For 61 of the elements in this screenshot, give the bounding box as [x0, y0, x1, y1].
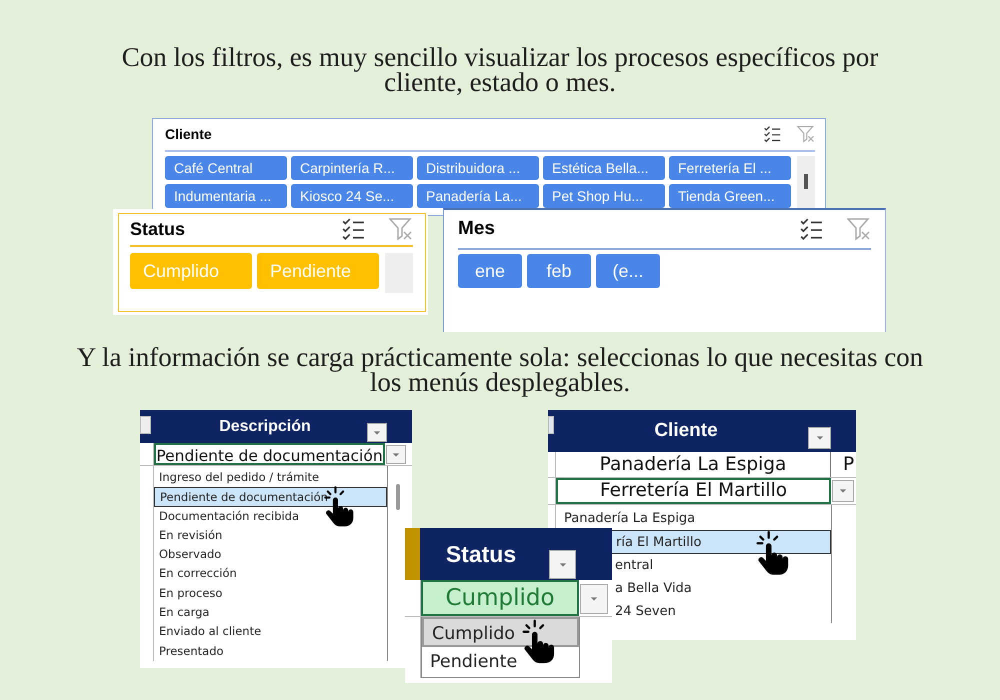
slicer-item[interactable]: Indumentaria ... — [165, 184, 287, 208]
filter-button[interactable] — [367, 423, 387, 442]
column-title: Descripción — [218, 418, 312, 436]
scrollbar[interactable] — [797, 156, 815, 208]
dropdown-button[interactable] — [580, 584, 608, 614]
slicer-title: Mes — [458, 218, 496, 240]
selected-cell[interactable]: Pendiente de documentación — [154, 443, 385, 465]
dropdown-button[interactable] — [140, 416, 151, 434]
filter-button[interactable] — [808, 427, 831, 449]
dropdown-button[interactable] — [386, 445, 406, 464]
caption: Con los filtros, es muy sencillo visualizar los procesos específicos por cliente, estado o mes. — [120, 45, 880, 95]
list-option[interactable]: En revisión — [159, 528, 222, 542]
dropdown-button[interactable] — [548, 416, 554, 434]
list-option[interactable]: En corrección — [159, 566, 237, 580]
column-title: Cliente — [653, 420, 719, 442]
caret-icon — [372, 428, 382, 436]
slicer-item[interactable]: Carpintería R... — [291, 156, 413, 180]
dropdown-button[interactable] — [832, 480, 854, 502]
slicer-item[interactable]: Tienda Green... — [669, 184, 791, 208]
selected-cell[interactable]: Ferretería El Martillo — [556, 478, 831, 504]
slicer-item[interactable]: Kiosco 24 Se... — [291, 184, 413, 208]
multi-select-icon[interactable] — [799, 217, 823, 241]
selected-cell[interactable]: Cumplido — [421, 580, 579, 616]
clear-filter-icon[interactable] — [389, 217, 413, 241]
list-option[interactable]: Pendiente — [430, 652, 518, 672]
slicer-item[interactable]: Ferretería El ... — [669, 156, 791, 180]
list-option[interactable]: entral — [615, 558, 654, 573]
list-option[interactable]: Enviado al cliente — [159, 624, 262, 638]
slicer-item[interactable]: Café Central — [165, 156, 287, 180]
table-cell-text: P — [842, 453, 854, 477]
caption: Y la información se carga prácticamente sola: seleccionas lo que necesitas con los menús desplegables. — [76, 345, 924, 395]
caret-icon — [814, 434, 824, 442]
slicer-title: Status — [130, 218, 186, 240]
list-option[interactable]: En carga — [159, 605, 210, 620]
list-option[interactable]: a Bella Vida — [615, 580, 692, 596]
filter-button[interactable] — [549, 550, 576, 579]
slicer-item[interactable]: Estética Bella... — [543, 156, 665, 180]
list-option[interactable]: En proceso — [159, 586, 222, 600]
caret-icon — [391, 450, 401, 458]
clear-filter-icon[interactable] — [797, 125, 815, 143]
clear-filter-icon[interactable] — [847, 217, 871, 241]
slicer-item[interactable]: feb — [527, 254, 591, 288]
multi-select-icon[interactable] — [341, 217, 365, 241]
slicer-item[interactable]: ene — [458, 254, 522, 288]
column-title: Status — [444, 540, 518, 568]
multi-select-icon[interactable] — [763, 125, 781, 143]
slicer-item[interactable]: (e... — [596, 254, 660, 288]
list-option[interactable]: Presentado — [159, 644, 224, 658]
list-option[interactable]: Observado — [159, 547, 222, 562]
caret-icon — [838, 487, 848, 495]
slicer-item[interactable]: Distribuidora ... — [417, 156, 539, 180]
list-option[interactable]: Ingreso del pedido / trámite — [159, 470, 320, 484]
list-option[interactable]: 24 Seven — [615, 604, 676, 620]
slicer-item[interactable]: Pet Shop Hu... — [543, 184, 665, 208]
caret-icon — [589, 595, 599, 603]
list-option[interactable]: Documentación recibida — [159, 508, 300, 523]
caret-icon — [558, 560, 568, 568]
table-cell: Panadería La Espiga — [556, 452, 831, 477]
list-option[interactable]: Panadería La Espiga — [564, 511, 696, 526]
slicer-title: Cliente — [165, 126, 213, 142]
slicer-item[interactable]: Panadería La... — [417, 184, 539, 208]
